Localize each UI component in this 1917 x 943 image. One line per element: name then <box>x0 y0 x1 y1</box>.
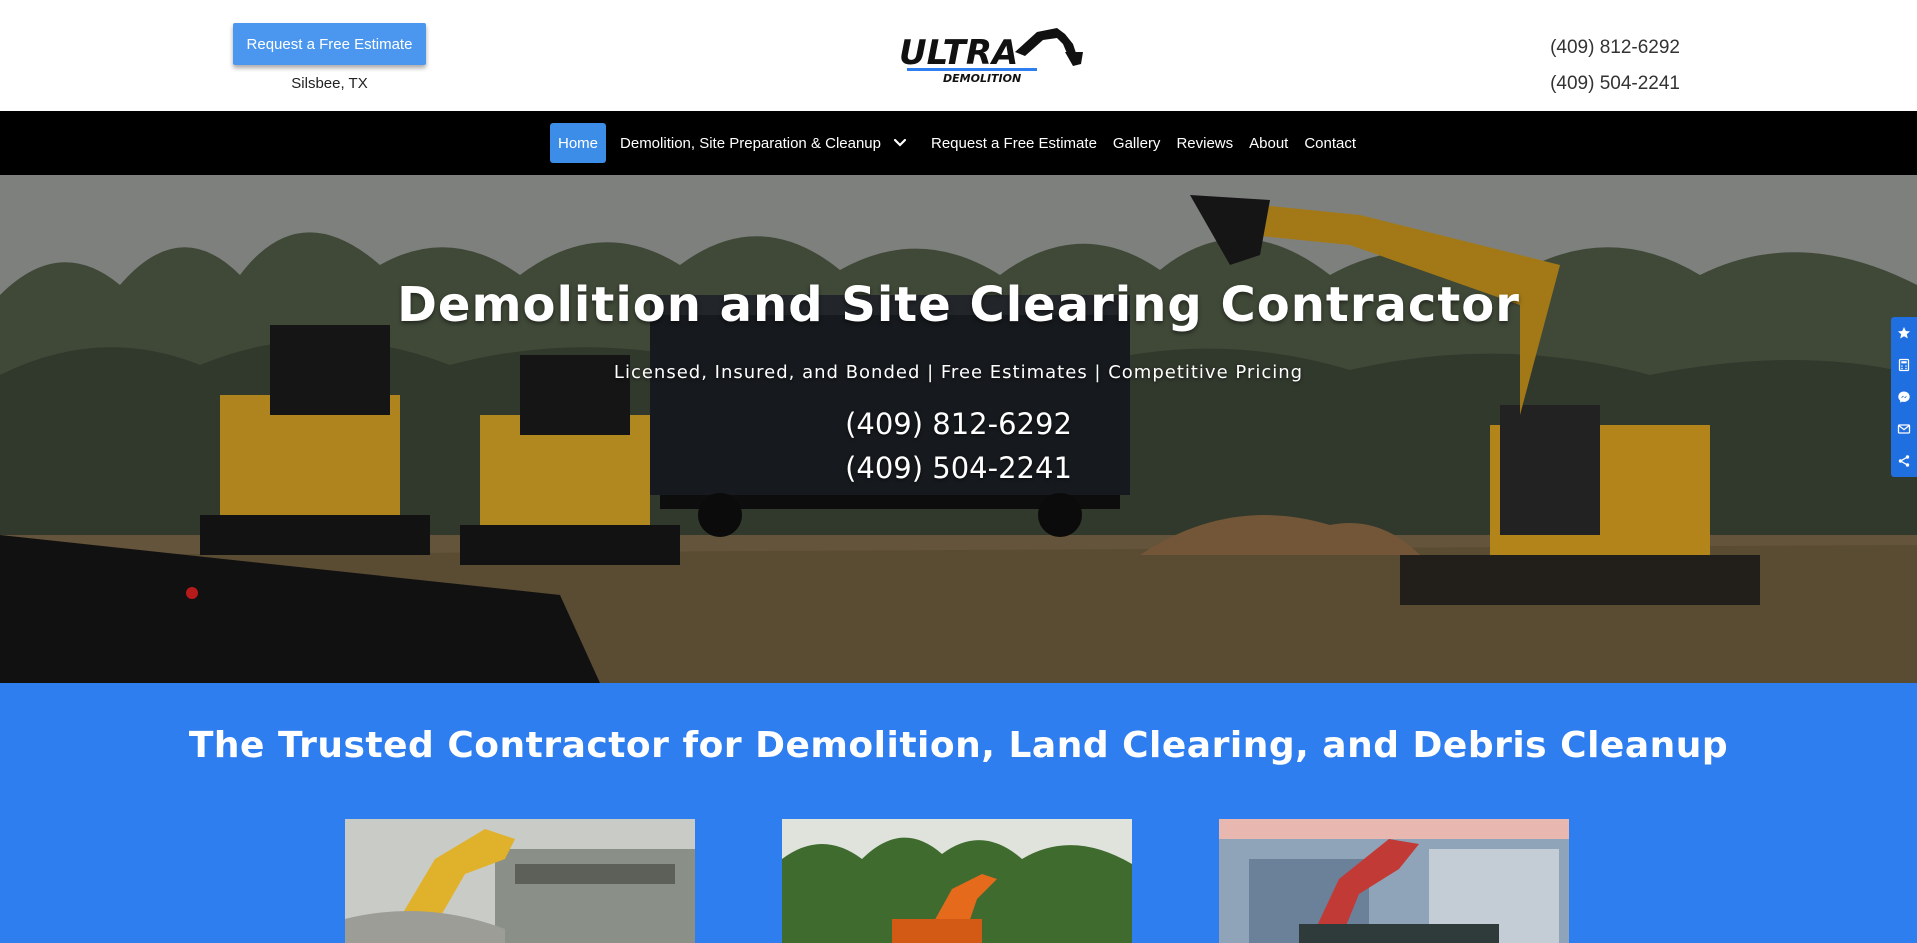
service-card-demolition[interactable] <box>345 819 695 943</box>
hero-section: Demolition and Site Clearing Contractor … <box>0 175 1917 683</box>
header-phones: (409) 812-6292 (409) 504-2241 <box>1520 30 1680 102</box>
services-section: The Trusted Contractor for Demolition, L… <box>0 683 1917 943</box>
hero-subtitle: Licensed, Insured, and Bonded | Free Est… <box>613 362 1304 383</box>
floating-share-bar <box>1891 317 1917 477</box>
svg-text:ULTRA: ULTRA <box>899 33 1018 73</box>
hero-title: Demolition and Site Clearing Contractor <box>397 277 1520 333</box>
hero-phone-2[interactable]: (409) 504-2241 <box>0 451 1917 485</box>
nav-item-services[interactable]: Demolition, Site Preparation & Cleanup <box>612 123 917 163</box>
star-icon[interactable] <box>1891 317 1917 349</box>
service-card-land-clearing[interactable] <box>782 819 1132 943</box>
nav-item-services-label: Demolition, Site Preparation & Cleanup <box>620 134 881 152</box>
services-title: The Trusted Contractor for Demolition, L… <box>188 725 1729 766</box>
messenger-icon[interactable] <box>1891 381 1917 413</box>
location-text: Silsbee, TX <box>291 75 368 92</box>
nav-item-gallery[interactable]: Gallery <box>1105 123 1169 163</box>
nav-item-reviews[interactable]: Reviews <box>1168 123 1241 163</box>
calculator-icon[interactable] <box>1891 349 1917 381</box>
mail-icon[interactable] <box>1891 413 1917 445</box>
svg-text:DEMOLITION: DEMOLITION <box>943 72 1021 85</box>
land-clearing-image <box>782 819 1132 943</box>
service-card-debris-cleanup[interactable] <box>1219 819 1569 943</box>
header-phone-2[interactable]: (409) 504-2241 <box>1520 66 1680 102</box>
main-nav: Home Demolition, Site Preparation & Clea… <box>0 111 1917 175</box>
chevron-down-icon <box>893 138 907 147</box>
request-estimate-button[interactable]: Request a Free Estimate <box>233 23 426 65</box>
share-icon[interactable] <box>1891 445 1917 477</box>
nav-item-contact[interactable]: Contact <box>1296 123 1364 163</box>
demolition-image <box>345 819 695 943</box>
nav-item-about[interactable]: About <box>1241 123 1296 163</box>
nav-items: Home Demolition, Site Preparation & Clea… <box>550 123 1364 163</box>
header-phone-1[interactable]: (409) 812-6292 <box>1520 30 1680 66</box>
top-header: Request a Free Estimate Silsbee, TX ULTR… <box>0 0 1917 111</box>
ultra-demolition-logo[interactable]: ULTRA DEMOLITION <box>897 22 1087 88</box>
nav-item-home[interactable]: Home <box>550 123 607 163</box>
nav-item-estimate[interactable]: Request a Free Estimate <box>923 123 1105 163</box>
logo-graphic: ULTRA DEMOLITION <box>899 28 1083 85</box>
hero-phone-1[interactable]: (409) 812-6292 <box>0 407 1917 441</box>
debris-cleanup-image <box>1219 819 1569 943</box>
